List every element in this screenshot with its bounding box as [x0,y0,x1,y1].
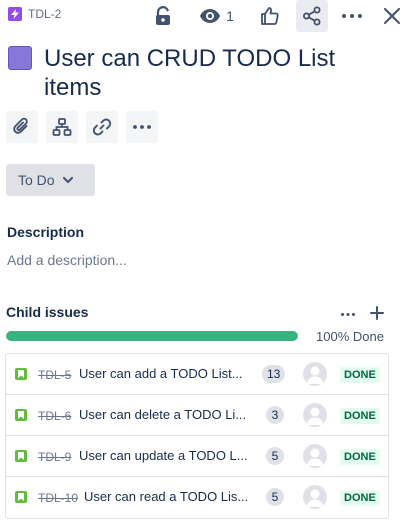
user-icon [306,489,324,507]
more-actions-button[interactable] [338,2,366,30]
link-issue-button[interactable] [86,111,118,143]
description-heading: Description [7,224,85,240]
status-label: To Do [18,172,55,188]
child-issue-key[interactable]: TDL-5 [38,368,71,382]
status-badge[interactable]: DONE [340,449,380,465]
child-issue-row[interactable]: TDL-6 User can delete a TODO Li... 3 DON… [6,395,388,436]
unlock-icon [156,6,170,25]
bookmark-icon [15,409,27,421]
add-child-issue-button[interactable] [46,111,78,143]
child-issue-summary[interactable]: User can delete a TODO Li... [79,407,259,422]
add-child-issue-plus-button[interactable] [366,302,388,324]
child-issues-heading: Child issues [6,304,89,320]
status-badge[interactable]: DONE [340,408,380,424]
story-points-badge: 5 [266,488,284,506]
story-points-badge: 13 [262,365,286,383]
issue-header: TDL-2 1 [0,0,404,32]
assignee-avatar[interactable] [303,444,327,468]
child-issue-summary[interactable]: User can update a TODO L... [79,448,259,463]
description-field[interactable]: Add a description... [7,252,127,268]
eye-icon [200,9,221,23]
child-issues-list: TDL-5 User can add a TODO List... 13 DON… [5,353,389,519]
status-badge[interactable]: DONE [340,490,380,506]
child-issue-summary[interactable]: User can add a TODO List... [79,366,255,381]
assignee-avatar[interactable] [303,403,327,427]
epic-color-swatch [8,46,32,70]
issue-key: TDL-2 [28,7,62,21]
bookmark-icon [15,491,27,503]
issue-title-row: User can CRUD TODO List items [8,44,398,102]
child-issue-key[interactable]: TDL-6 [38,409,71,423]
share-icon [303,6,321,26]
restriction-button[interactable] [149,2,177,30]
issue-title[interactable]: User can CRUD TODO List items [44,44,364,102]
status-badge[interactable]: DONE [340,367,380,383]
watch-count: 1 [226,8,234,24]
ellipsis-icon [133,125,151,129]
child-issue-row[interactable]: TDL-5 User can add a TODO List... 13 DON… [6,354,388,395]
child-issue-key[interactable]: TDL-9 [38,450,71,464]
child-issue-row[interactable]: TDL-10 User can read a TODO Lis... 5 DON… [6,477,388,518]
story-points-badge: 3 [266,406,284,424]
bookmark-icon [15,450,27,462]
link-icon [92,118,112,136]
more-issue-actions-button[interactable] [126,111,158,143]
child-issue-summary[interactable]: User can read a TODO Lis... [84,489,259,504]
ellipsis-icon [342,14,362,18]
close-button[interactable] [378,2,404,30]
status-dropdown[interactable]: To Do [6,164,95,196]
bookmark-icon [15,368,27,380]
attach-button[interactable] [6,111,38,143]
user-icon [306,366,324,384]
close-icon [384,8,400,24]
vote-button[interactable] [256,2,284,30]
lightning-icon [8,7,22,21]
user-icon [306,448,324,466]
child-issue-key[interactable]: TDL-10 [38,491,78,505]
assignee-avatar[interactable] [303,485,327,509]
watch-button[interactable]: 1 [194,2,240,30]
hierarchy-icon [52,118,72,136]
ellipsis-icon [341,312,355,316]
chevron-down-icon [62,177,73,183]
plus-icon [370,306,384,320]
share-button[interactable] [296,0,328,32]
child-issue-row[interactable]: TDL-9 User can update a TODO L... 5 DONE [6,436,388,477]
child-issues-more-button[interactable] [338,304,358,324]
issue-actions-toolbar [6,111,158,143]
child-issues-progress-bar [6,331,298,341]
assignee-avatar[interactable] [303,362,327,386]
story-points-badge: 5 [266,447,284,465]
thumbs-up-icon [261,7,279,25]
progress-fill [6,331,298,341]
user-icon [306,407,324,425]
paperclip-icon [13,117,28,134]
progress-text: 100% Done [316,329,384,344]
issue-key-breadcrumb[interactable]: TDL-2 [8,7,61,21]
